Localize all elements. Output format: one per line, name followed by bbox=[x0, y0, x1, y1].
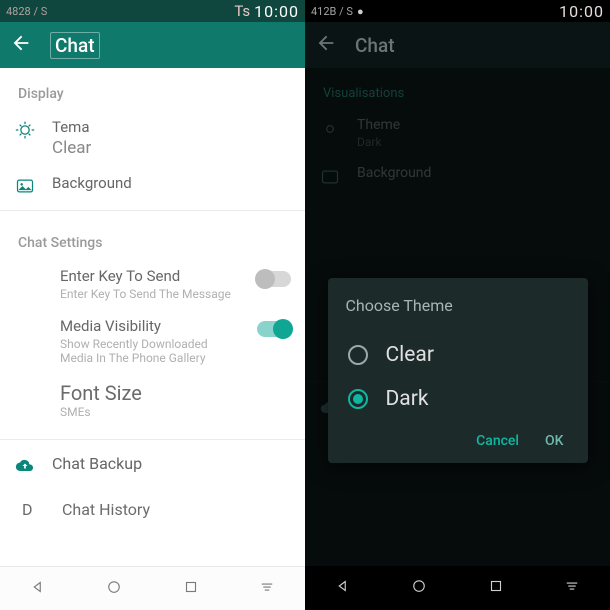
app-header: Chat bbox=[0, 22, 305, 68]
divider bbox=[0, 210, 305, 211]
theme-dialog: Choose Theme Clear Dark Cancel OK bbox=[328, 278, 588, 463]
section-chat-settings: Chat Settings bbox=[0, 217, 305, 259]
nav-extra[interactable] bbox=[258, 578, 276, 600]
option-dark-label: Dark bbox=[386, 387, 429, 411]
nav-recent[interactable] bbox=[487, 577, 505, 599]
back-button[interactable] bbox=[315, 32, 337, 58]
nav-bar bbox=[305, 566, 610, 610]
row-media-visibility[interactable]: Media Visibility Show Recently Downloade… bbox=[0, 309, 305, 373]
media-vis-sub: Show Recently Downloaded Media In The Ph… bbox=[60, 337, 241, 365]
app-header: Chat bbox=[305, 22, 610, 68]
page-title: Chat bbox=[355, 34, 395, 57]
cloud-upload-icon bbox=[14, 454, 36, 476]
section-display: Display bbox=[0, 68, 305, 110]
ok-button[interactable]: OK bbox=[545, 433, 564, 449]
option-clear[interactable]: Clear bbox=[346, 333, 570, 377]
history-icon: D bbox=[22, 500, 40, 519]
phone-light: 4828 / S Ts 10:00 Chat Display Tema Clea… bbox=[0, 0, 305, 610]
status-bar: 412B / S ● 10:00 bbox=[305, 0, 610, 22]
image-icon bbox=[14, 174, 36, 196]
page-title: Chat bbox=[50, 32, 100, 59]
row-enter-key[interactable]: Enter Key To Send Enter Key To Send The … bbox=[0, 259, 305, 309]
nav-recent[interactable] bbox=[182, 578, 200, 600]
back-button[interactable] bbox=[10, 32, 32, 58]
status-bar: 4828 / S Ts 10:00 bbox=[0, 0, 305, 22]
theme-label: Tema bbox=[52, 118, 291, 136]
dialog-title: Choose Theme bbox=[346, 296, 570, 315]
enter-key-sub: Enter Key To Send The Message bbox=[60, 287, 241, 301]
chat-bubble-icon: ● bbox=[357, 5, 364, 18]
row-theme[interactable]: Tema Clear bbox=[0, 110, 305, 166]
font-size-value: SMEs bbox=[0, 405, 305, 433]
nav-home[interactable] bbox=[410, 577, 428, 599]
settings-body: Display Tema Clear Background Chat Setti… bbox=[0, 68, 305, 566]
settings-body: Visualisations Theme Dark Background Fon… bbox=[305, 68, 610, 566]
row-chat-history[interactable]: D Chat History bbox=[0, 484, 305, 535]
nav-bar bbox=[0, 566, 305, 610]
row-chat-backup[interactable]: Chat Backup bbox=[0, 446, 305, 484]
background-label: Background bbox=[52, 174, 291, 192]
nav-back[interactable] bbox=[29, 578, 47, 600]
enter-key-toggle[interactable] bbox=[257, 271, 291, 287]
nav-extra[interactable] bbox=[563, 577, 581, 599]
font-size-label[interactable]: Font Size bbox=[0, 373, 305, 405]
option-clear-label: Clear bbox=[386, 343, 434, 367]
status-network: 412B / S bbox=[311, 5, 353, 18]
nav-home[interactable] bbox=[105, 578, 123, 600]
enter-key-label: Enter Key To Send bbox=[60, 267, 241, 285]
status-network: 4828 / S bbox=[6, 5, 47, 18]
cancel-button[interactable]: Cancel bbox=[476, 433, 519, 449]
backup-label: Chat Backup bbox=[52, 454, 291, 473]
media-vis-label: Media Visibility bbox=[60, 317, 241, 335]
radio-dark[interactable] bbox=[348, 389, 368, 409]
option-dark[interactable]: Dark bbox=[346, 377, 570, 421]
nav-back[interactable] bbox=[334, 577, 352, 599]
dialog-scrim[interactable]: Choose Theme Clear Dark Cancel OK bbox=[305, 68, 610, 566]
status-clock: 10:00 bbox=[559, 2, 604, 21]
divider bbox=[0, 439, 305, 440]
row-background[interactable]: Background bbox=[0, 166, 305, 204]
radio-clear[interactable] bbox=[348, 345, 368, 365]
theme-value: Clear bbox=[52, 138, 291, 158]
status-ts: Ts bbox=[234, 2, 250, 20]
status-clock: 10:00 bbox=[254, 2, 299, 21]
sun-icon bbox=[14, 118, 36, 140]
history-label: Chat History bbox=[62, 500, 150, 519]
media-vis-toggle[interactable] bbox=[257, 321, 291, 337]
phone-dark: 412B / S ● 10:00 Chat Visualisations The… bbox=[305, 0, 610, 610]
